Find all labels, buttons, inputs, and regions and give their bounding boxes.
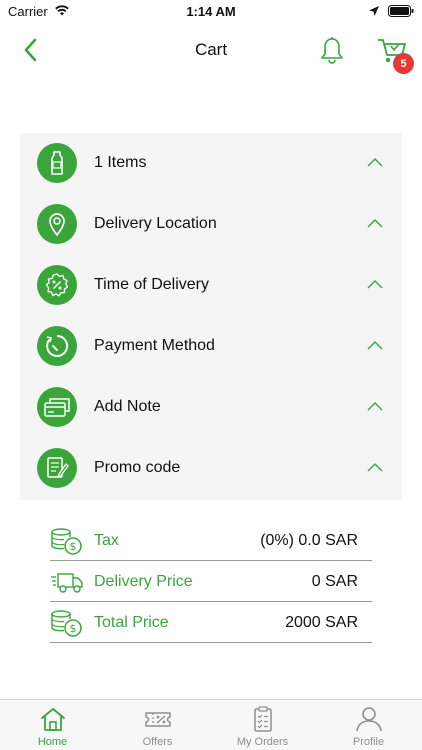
chevron-up-icon — [367, 463, 383, 472]
status-bar: Carrier 1:14 AM — [0, 0, 422, 24]
section-time-of-delivery[interactable]: Time of Delivery — [20, 255, 402, 316]
coins-icon: $ — [51, 610, 82, 637]
location-pin-icon — [37, 204, 77, 244]
delivery-price-value: 0 SAR — [311, 573, 358, 590]
nav-bar: Cart — [0, 24, 422, 78]
tab-offers[interactable]: Offers — [105, 700, 210, 750]
section-items[interactable]: 1 Items — [20, 133, 402, 194]
delivery-price-label: Delivery Price — [94, 573, 193, 590]
section-delivery-location[interactable]: Delivery Location — [20, 194, 402, 255]
tax-value: (0%) 0.0 SAR — [260, 532, 358, 549]
note-pencil-icon — [37, 448, 77, 488]
chevron-up-icon — [367, 280, 383, 289]
delivery-truck-icon — [51, 573, 83, 593]
ticket-icon — [144, 712, 171, 727]
clipboard-icon — [253, 706, 272, 732]
delivery-price-row: Delivery Price 0 SAR — [50, 561, 372, 602]
timer-icon — [37, 326, 77, 366]
section-add-note[interactable]: Add Note — [20, 377, 402, 438]
status-time: 1:14 AM — [186, 4, 236, 19]
person-icon — [355, 707, 382, 732]
total-price-label: Total Price — [94, 614, 169, 631]
page-title: Cart — [194, 40, 228, 59]
svg-text:$: $ — [70, 540, 77, 553]
section-payment-method-label: Payment Method — [94, 337, 215, 354]
home-icon — [40, 708, 65, 731]
tab-home-label: Home — [37, 736, 68, 748]
tax-row: $ Tax (0%) 0.0 SAR — [50, 520, 372, 561]
tab-my-orders-label: My Orders — [236, 736, 289, 748]
chevron-up-icon — [367, 341, 383, 350]
section-add-note-label: Add Note — [94, 398, 161, 415]
chevron-up-icon — [367, 158, 383, 167]
status-right — [368, 4, 414, 22]
total-price-value: 2000 SAR — [285, 614, 358, 631]
tab-profile-label: Profile — [352, 736, 385, 748]
section-items-label: 1 Items — [94, 154, 147, 171]
discount-badge-icon — [37, 265, 77, 305]
battery-icon — [388, 4, 414, 22]
section-promo-code[interactable]: Promo code — [20, 438, 402, 499]
tab-profile[interactable]: Profile — [315, 700, 422, 750]
tab-home[interactable]: Home — [0, 700, 105, 750]
location-arrow-icon — [368, 4, 380, 22]
chevron-up-icon — [367, 402, 383, 411]
section-payment-method[interactable]: Payment Method — [20, 316, 402, 377]
svg-text:$: $ — [70, 622, 77, 635]
bottle-icon — [37, 143, 77, 183]
section-delivery-location-label: Delivery Location — [94, 215, 217, 232]
cart-count-badge: 5 — [393, 53, 414, 74]
card-icon — [37, 387, 77, 427]
coins-icon: $ — [51, 528, 82, 555]
notifications-button[interactable] — [318, 36, 346, 66]
tab-bar: Home Offers My Orders Profile — [0, 699, 422, 750]
tab-my-orders[interactable]: My Orders — [210, 700, 315, 750]
bell-icon — [321, 37, 343, 64]
total-price-row: $ Total Price 2000 SAR — [50, 602, 372, 643]
chevron-up-icon — [367, 219, 383, 228]
checkout-sections: 1 Items Delivery Location Time of Delive… — [20, 133, 402, 500]
tab-offers-label: Offers — [142, 736, 173, 748]
section-time-of-delivery-label: Time of Delivery — [94, 276, 209, 293]
tax-label: Tax — [94, 532, 119, 549]
section-promo-code-label: Promo code — [94, 459, 181, 476]
